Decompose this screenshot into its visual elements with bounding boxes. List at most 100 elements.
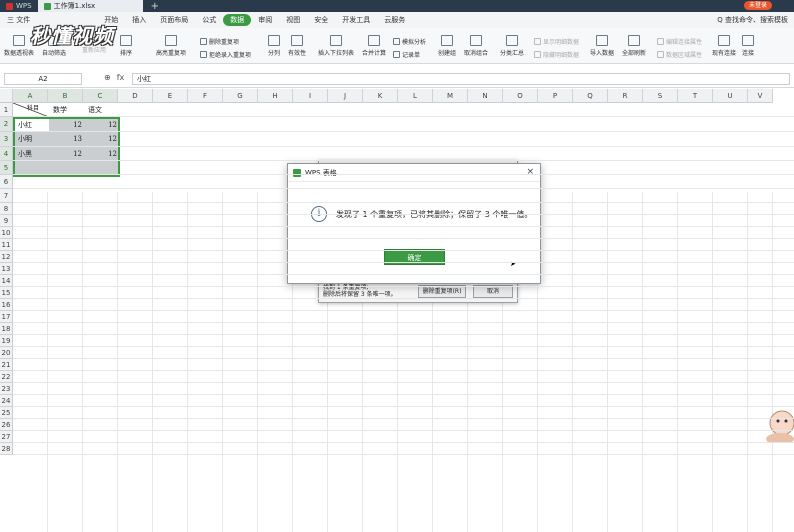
connections-button[interactable]: 连接 bbox=[742, 35, 754, 57]
row-header-21[interactable]: 21 bbox=[0, 359, 13, 371]
column-header-r[interactable]: R bbox=[608, 89, 643, 103]
cell-chinese[interactable]: 12 bbox=[85, 119, 120, 131]
column-header-l[interactable]: L bbox=[398, 89, 433, 103]
row-header-14[interactable]: 14 bbox=[0, 275, 13, 287]
column-header-c[interactable]: C bbox=[83, 89, 118, 103]
menu-developer[interactable]: 开发工具 bbox=[335, 15, 377, 25]
cell-math[interactable]: 13 bbox=[50, 133, 85, 145]
menu-cloud[interactable]: 云服务 bbox=[377, 15, 412, 25]
row-header-15[interactable]: 15 bbox=[0, 287, 13, 299]
row-header-10[interactable]: 10 bbox=[0, 227, 13, 239]
cell-chinese[interactable]: 12 bbox=[85, 148, 120, 160]
column-header-i[interactable]: I bbox=[293, 89, 328, 103]
command-search[interactable]: Q 查找命令、搜索模板 bbox=[717, 15, 788, 25]
header-math[interactable]: 数学 bbox=[50, 104, 70, 116]
import-data-button[interactable]: 导入数据 bbox=[590, 35, 614, 57]
column-header-a[interactable]: A bbox=[13, 89, 48, 103]
row-header-7[interactable]: 7 bbox=[0, 189, 13, 203]
column-header-u[interactable]: U bbox=[713, 89, 748, 103]
cell-name[interactable]: 小黑 bbox=[15, 148, 35, 160]
column-header-t[interactable]: T bbox=[678, 89, 713, 103]
corner-header-cell[interactable]: 科目 bbox=[24, 103, 42, 115]
row-header-1[interactable]: 1 bbox=[0, 103, 13, 117]
group-button[interactable]: 创建组 bbox=[438, 35, 456, 57]
fx-icon[interactable]: fx bbox=[117, 73, 125, 82]
header-chinese[interactable]: 语文 bbox=[85, 104, 105, 116]
column-header-v[interactable]: V bbox=[748, 89, 773, 103]
row-header-20[interactable]: 20 bbox=[0, 347, 13, 359]
split-column-button[interactable]: 分列 bbox=[268, 35, 280, 57]
column-header-f[interactable]: F bbox=[188, 89, 223, 103]
existing-connections-button[interactable]: 现有连接 bbox=[712, 35, 736, 57]
show-detail-button[interactable]: 显示明细数据 bbox=[534, 37, 579, 46]
row-header-17[interactable]: 17 bbox=[0, 311, 13, 323]
row-header-9[interactable]: 9 bbox=[0, 215, 13, 227]
row-header-26[interactable]: 26 bbox=[0, 419, 13, 431]
row-header-18[interactable]: 18 bbox=[0, 323, 13, 335]
formula-input[interactable]: 小红 bbox=[132, 73, 790, 85]
sort-button[interactable]: 排序 bbox=[120, 35, 132, 57]
remove-duplicates-button[interactable]: 删除重复项 bbox=[200, 37, 239, 46]
highlight-duplicates-button[interactable]: 高亮重复项 bbox=[156, 35, 186, 57]
row-header-13[interactable]: 13 bbox=[0, 263, 13, 275]
row-header-24[interactable]: 24 bbox=[0, 395, 13, 407]
row-header-11[interactable]: 11 bbox=[0, 239, 13, 251]
zoom-icon[interactable]: ⊕ bbox=[104, 73, 111, 82]
column-header-d[interactable]: D bbox=[118, 89, 153, 103]
menu-page-layout[interactable]: 页面布局 bbox=[153, 15, 195, 25]
ungroup-button[interactable]: 取消组合 bbox=[464, 35, 488, 57]
column-header-h[interactable]: H bbox=[258, 89, 293, 103]
hide-detail-button[interactable]: 隐藏明细数据 bbox=[534, 50, 579, 59]
cell-math[interactable]: 12 bbox=[50, 148, 85, 160]
column-header-m[interactable]: M bbox=[433, 89, 468, 103]
menu-security[interactable]: 安全 bbox=[307, 15, 335, 25]
column-header-o[interactable]: O bbox=[503, 89, 538, 103]
close-icon[interactable]: × bbox=[526, 167, 534, 177]
select-all-corner[interactable] bbox=[0, 89, 13, 103]
menu-formula[interactable]: 公式 bbox=[195, 15, 223, 25]
column-header-e[interactable]: E bbox=[153, 89, 188, 103]
cell-name[interactable]: 小明 bbox=[15, 133, 35, 145]
app-tab[interactable]: WPS bbox=[0, 0, 38, 12]
name-box[interactable]: A2 bbox=[4, 73, 82, 85]
column-header-g[interactable]: G bbox=[223, 89, 258, 103]
column-header-j[interactable]: J bbox=[328, 89, 363, 103]
subtotal-button[interactable]: 分类汇总 bbox=[500, 35, 524, 57]
row-header-6[interactable]: 6 bbox=[0, 175, 13, 189]
menu-view[interactable]: 视图 bbox=[279, 15, 307, 25]
row-header-4[interactable]: 4 bbox=[0, 147, 13, 161]
column-header-s[interactable]: S bbox=[643, 89, 678, 103]
record-form-button[interactable]: 记录单 bbox=[393, 50, 420, 59]
document-tab[interactable]: 工作簿1.xlsx bbox=[38, 0, 143, 12]
refresh-all-button[interactable]: 全部刷新 bbox=[622, 35, 646, 57]
reject-duplicates-button[interactable]: 拒绝录入重复项 bbox=[200, 50, 251, 59]
row-header-8[interactable]: 8 bbox=[0, 203, 13, 215]
row-header-5[interactable]: 5 bbox=[0, 161, 13, 175]
row-header-25[interactable]: 25 bbox=[0, 407, 13, 419]
cell-chinese[interactable]: 12 bbox=[85, 133, 120, 145]
consolidate-button[interactable]: 合并计算 bbox=[362, 35, 386, 57]
row-header-23[interactable]: 23 bbox=[0, 383, 13, 395]
edit-connection-button[interactable]: 编辑连接属性 bbox=[657, 37, 702, 46]
range-properties-button[interactable]: 数据区域属性 bbox=[657, 50, 702, 59]
column-header-b[interactable]: B bbox=[48, 89, 83, 103]
menu-insert[interactable]: 插入 bbox=[125, 15, 153, 25]
row-header-3[interactable]: 3 bbox=[0, 132, 13, 147]
row-header-2[interactable]: 2 bbox=[0, 117, 13, 132]
cell-name[interactable]: 小红 bbox=[15, 119, 35, 131]
row-header-16[interactable]: 16 bbox=[0, 299, 13, 311]
menu-data[interactable]: 数据 bbox=[223, 14, 251, 26]
row-header-28[interactable]: 28 bbox=[0, 443, 13, 455]
insert-dropdown-button[interactable]: 插入下拉列表 bbox=[318, 35, 354, 57]
row-header-22[interactable]: 22 bbox=[0, 371, 13, 383]
menu-review[interactable]: 审阅 bbox=[251, 15, 279, 25]
row-header-12[interactable]: 12 bbox=[0, 251, 13, 263]
row-header-27[interactable]: 27 bbox=[0, 431, 13, 443]
column-header-n[interactable]: N bbox=[468, 89, 503, 103]
row-header-19[interactable]: 19 bbox=[0, 335, 13, 347]
column-header-k[interactable]: K bbox=[363, 89, 398, 103]
validation-button[interactable]: 有效性 bbox=[288, 35, 306, 57]
login-button[interactable]: 未登录 bbox=[744, 1, 772, 10]
cell-math[interactable]: 12 bbox=[50, 119, 85, 131]
new-tab-icon[interactable]: + bbox=[151, 1, 159, 12]
